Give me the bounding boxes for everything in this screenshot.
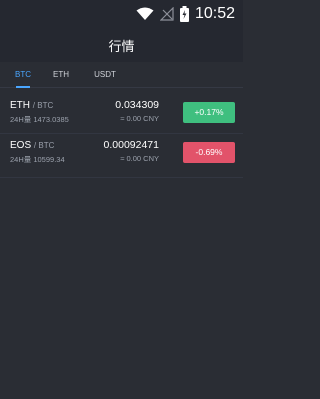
tab-btc[interactable]: BTC (14, 62, 32, 88)
market-list: ETH / BTC 24H量 1473.0385 0.034309 ≈ 0.00… (0, 90, 243, 178)
quote-currency: / BTC (33, 141, 55, 150)
last-price: 0.034309 (115, 99, 159, 111)
app-screen: 10:52 行情 BTC ETH USDT ETH / BTC 24H量 147… (0, 0, 243, 399)
status-bar: 10:52 (0, 0, 243, 28)
market-row-eos[interactable]: EOS / BTC 24H量 10599.34 0.00092471 ≈ 0.0… (0, 134, 243, 178)
page-title: 行情 (108, 38, 135, 54)
market-tabs: BTC ETH USDT (0, 62, 243, 88)
tab-usdt[interactable]: USDT (94, 62, 116, 88)
signal-icon (159, 7, 174, 21)
top-header: 行情 (0, 28, 243, 62)
base-currency: ETH (10, 100, 30, 111)
cny-value: ≈ 0.00 CNY (120, 154, 159, 163)
change-badge[interactable]: +0.17% (183, 102, 235, 123)
volume-24h: 24H量 1473.0385 (10, 115, 69, 124)
wifi-icon (136, 7, 154, 21)
battery-icon (179, 6, 189, 22)
status-time: 10:52 (194, 5, 235, 22)
pair-name: ETH / BTC (10, 100, 53, 111)
base-currency: EOS (10, 140, 32, 151)
pair-name: EOS / BTC (10, 140, 54, 151)
status-icons: 10:52 (136, 4, 235, 24)
market-row-eth[interactable]: ETH / BTC 24H量 1473.0385 0.034309 ≈ 0.00… (0, 94, 243, 134)
quote-currency: / BTC (32, 101, 54, 110)
tab-eth[interactable]: ETH (52, 62, 70, 88)
volume-24h: 24H量 10599.34 (10, 155, 65, 164)
cny-value: ≈ 0.00 CNY (120, 114, 159, 123)
last-price: 0.00092471 (103, 139, 159, 151)
change-badge[interactable]: -0.69% (183, 142, 235, 163)
